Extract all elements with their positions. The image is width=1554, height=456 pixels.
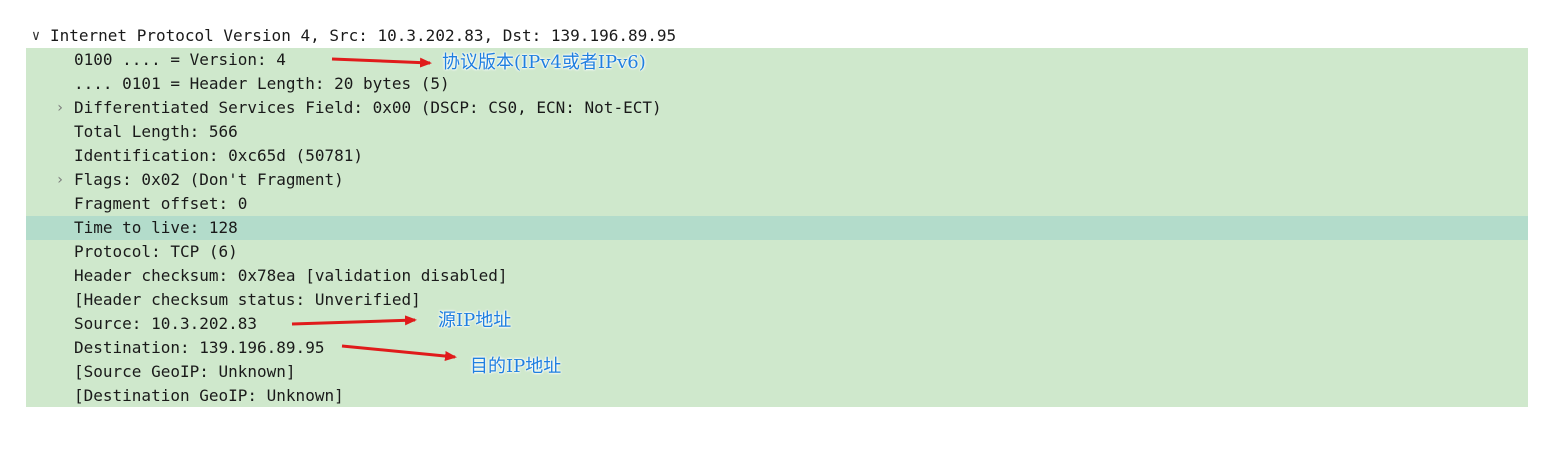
tree-row-destination[interactable]: Destination: 139.196.89.95 [26, 336, 1528, 360]
tree-row-protocol[interactable]: Protocol: TCP (6) [26, 240, 1528, 264]
annotation-source-ip: 源IP地址 [438, 310, 512, 331]
tree-row-label: Differentiated Services Field: 0x00 (DSC… [74, 98, 662, 117]
tree-row-label: 0100 .... = Version: 4 [74, 50, 286, 69]
chevron-right-icon[interactable]: › [52, 96, 68, 120]
tree-row-label: Total Length: 566 [74, 122, 238, 141]
tree-row-checksum[interactable]: Header checksum: 0x78ea [validation disa… [26, 264, 1528, 288]
annotation-destination-ip: 目的IP地址 [470, 356, 562, 377]
tree-row-total-length[interactable]: Total Length: 566 [26, 120, 1528, 144]
tree-row-checksum-status[interactable]: [Header checksum status: Unverified] [26, 288, 1528, 312]
tree-row-label: Protocol: TCP (6) [74, 242, 238, 261]
packet-details-pane: ∨ Internet Protocol Version 4, Src: 10.3… [26, 24, 1528, 407]
tree-row-label: Flags: 0x02 (Don't Fragment) [74, 170, 344, 189]
tree-row-label: [Source GeoIP: Unknown] [74, 362, 296, 381]
chevron-right-icon[interactable]: › [52, 168, 68, 192]
tree-row-header-length[interactable]: .... 0101 = Header Length: 20 bytes (5) [26, 72, 1528, 96]
tree-row-label: .... 0101 = Header Length: 20 bytes (5) [74, 74, 450, 93]
tree-row-label: Internet Protocol Version 4, Src: 10.3.2… [50, 26, 677, 45]
tree-row-source-geoip[interactable]: [Source GeoIP: Unknown] [26, 360, 1528, 384]
tree-row-fragment-offset[interactable]: Fragment offset: 0 [26, 192, 1528, 216]
tree-row-label: [Header checksum status: Unverified] [74, 290, 421, 309]
tree-row-label: Header checksum: 0x78ea [validation disa… [74, 266, 508, 285]
tree-row-destination-geoip[interactable]: [Destination GeoIP: Unknown] [26, 384, 1528, 408]
tree-row-label: [Destination GeoIP: Unknown] [74, 386, 344, 405]
tree-row-label: Fragment offset: 0 [74, 194, 248, 213]
tree-row-source[interactable]: Source: 10.3.202.83 [26, 312, 1528, 336]
tree-row-version[interactable]: 0100 .... = Version: 4 [26, 48, 1528, 72]
tree-row-label: Source: 10.3.202.83 [74, 314, 258, 333]
tree-row-dsfield[interactable]: › Differentiated Services Field: 0x00 (D… [26, 96, 1528, 120]
tree-row-flags[interactable]: › Flags: 0x02 (Don't Fragment) [26, 168, 1528, 192]
tree-row-ipv4-header[interactable]: ∨ Internet Protocol Version 4, Src: 10.3… [26, 24, 1528, 48]
tree-row-ttl[interactable]: Time to live: 128 [26, 216, 1528, 240]
tree-row-identification[interactable]: Identification: 0xc65d (50781) [26, 144, 1528, 168]
annotation-version: 协议版本(IPv4或者IPv6) [442, 52, 646, 73]
tree-row-label: Identification: 0xc65d (50781) [74, 146, 363, 165]
tree-row-label: Time to live: 128 [74, 218, 238, 237]
chevron-down-icon[interactable]: ∨ [28, 24, 44, 48]
tree-row-label: Destination: 139.196.89.95 [74, 338, 325, 357]
